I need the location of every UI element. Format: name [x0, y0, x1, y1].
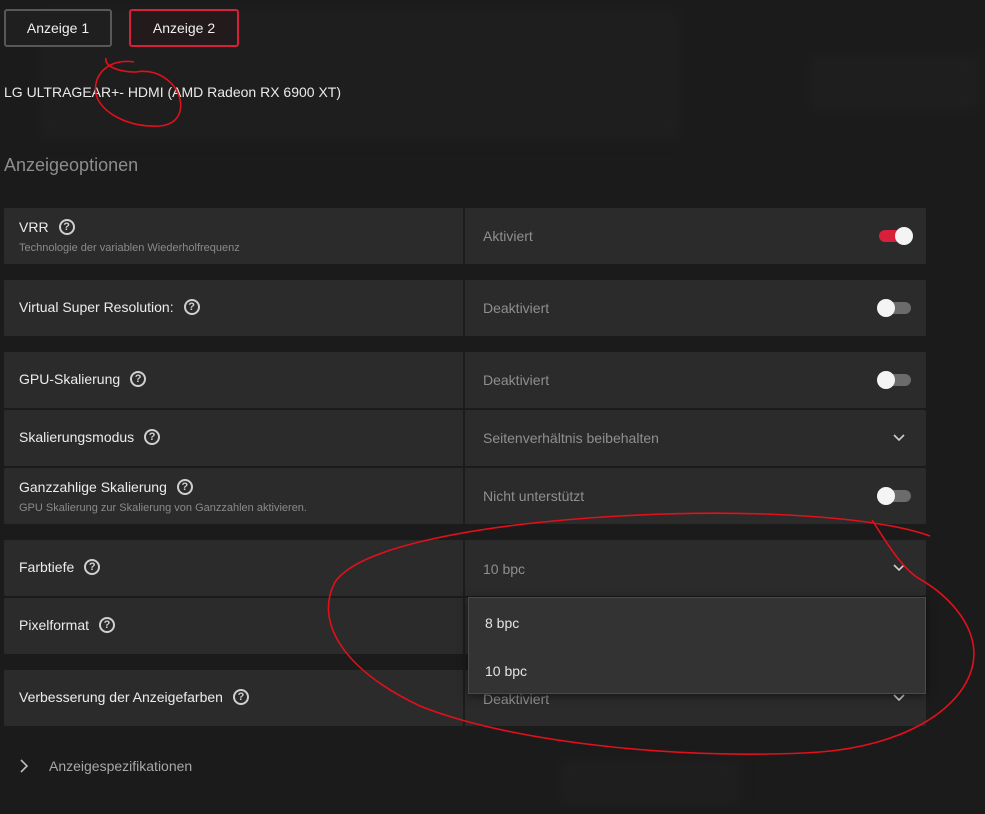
row-vrr: VRR ? Technologie der variablen Wiederho… [4, 208, 926, 264]
display-specs-expander[interactable]: Anzeigespezifikationen [19, 758, 192, 774]
vsr-toggle[interactable] [877, 299, 911, 317]
row-left [4, 468, 465, 524]
integer-scaling-label: Ganzzahlige Skalierung [19, 479, 167, 495]
scaling-mode-value[interactable]: Seitenverhältnis beibehalten [483, 430, 659, 446]
vrr-description: Technologie der variablen Wiederholfrequ… [19, 242, 240, 254]
section-title: Anzeigeoptionen [4, 155, 139, 175]
row-label: Skalierungsmodus ? [19, 429, 161, 445]
color-depth-dropdown: 8 bpc 10 bpc [468, 597, 926, 694]
dropdown-option-10bpc[interactable]: 10 bpc [485, 663, 527, 679]
row-scaling-mode[interactable]: Skalierungsmodus ? Seitenverhältnis beib… [4, 410, 926, 466]
gpu-scaling-label: GPU-Skalierung [19, 371, 121, 387]
scaling-mode-label: Skalierungsmodus [19, 429, 135, 445]
gpu-scaling-toggle[interactable] [877, 371, 911, 389]
vrr-toggle[interactable] [879, 227, 913, 245]
question-circle-icon[interactable]: ? [99, 617, 116, 633]
toggle-knob [895, 227, 913, 245]
row-label: GPU-Skalierung ? [19, 371, 147, 387]
color-enhancement-label: Verbesserung der Anzeigefarben [19, 689, 223, 705]
pixel-format-label: Pixelformat [19, 617, 90, 633]
vsr-value: Deaktiviert [483, 300, 550, 316]
chevron-down-icon[interactable] [892, 431, 906, 445]
vrr-value: Aktiviert [483, 228, 533, 244]
toggle-knob [877, 299, 895, 317]
toggle-knob [877, 371, 895, 389]
row-gpu-scaling: GPU-Skalierung ? Deaktiviert [4, 352, 926, 408]
color-depth-label: Farbtiefe [19, 559, 75, 575]
question-circle-icon[interactable]: ? [176, 479, 193, 495]
toggle-knob [877, 487, 895, 505]
chevron-right-icon [20, 759, 29, 773]
integer-scaling-description: GPU Skalierung zur Skalierung von Ganzza… [19, 502, 307, 514]
row-color-depth[interactable]: Farbtiefe ? 10 bpc [4, 540, 926, 596]
background-blur [560, 760, 740, 805]
dropdown-option-8bpc[interactable]: 8 bpc [485, 615, 519, 631]
integer-scaling-toggle[interactable] [877, 487, 911, 505]
vrr-label: VRR [19, 219, 49, 235]
question-circle-icon[interactable]: ? [232, 689, 249, 705]
tab-display-1[interactable]: Anzeige 1 [4, 9, 112, 47]
question-circle-icon[interactable]: ? [130, 371, 147, 387]
chevron-down-icon[interactable] [892, 561, 906, 575]
row-label: Pixelformat ? [19, 617, 116, 633]
row-label: Ganzzahlige Skalierung ? [19, 479, 193, 495]
background-blur [810, 55, 980, 110]
integer-scaling-value: Nicht unterstützt [483, 488, 585, 504]
gpu-scaling-value: Deaktiviert [483, 372, 550, 388]
question-circle-icon[interactable]: ? [84, 559, 101, 575]
row-left [4, 208, 465, 264]
row-integer-scaling: Ganzzahlige Skalierung ? GPU Skalierung … [4, 468, 926, 524]
display-name: LG ULTRAGEAR+- HDMI (AMD Radeon RX 6900 … [4, 84, 342, 100]
tab-display-2[interactable]: Anzeige 2 [129, 9, 239, 47]
question-circle-icon[interactable]: ? [144, 429, 161, 445]
row-label: VRR ? [19, 219, 75, 235]
row-label: Virtual Super Resolution: ? [19, 299, 200, 315]
question-circle-icon[interactable]: ? [58, 219, 75, 235]
row-virtual-super-resolution: Virtual Super Resolution: ? Deaktiviert [4, 280, 926, 336]
display-specs-label: Anzeigespezifikationen [49, 758, 193, 774]
vsr-label: Virtual Super Resolution: [19, 299, 174, 315]
color-depth-value[interactable]: 10 bpc [483, 561, 525, 577]
row-label: Verbesserung der Anzeigefarben ? [19, 689, 249, 705]
question-circle-icon[interactable]: ? [183, 299, 200, 315]
row-label: Farbtiefe ? [19, 559, 101, 575]
